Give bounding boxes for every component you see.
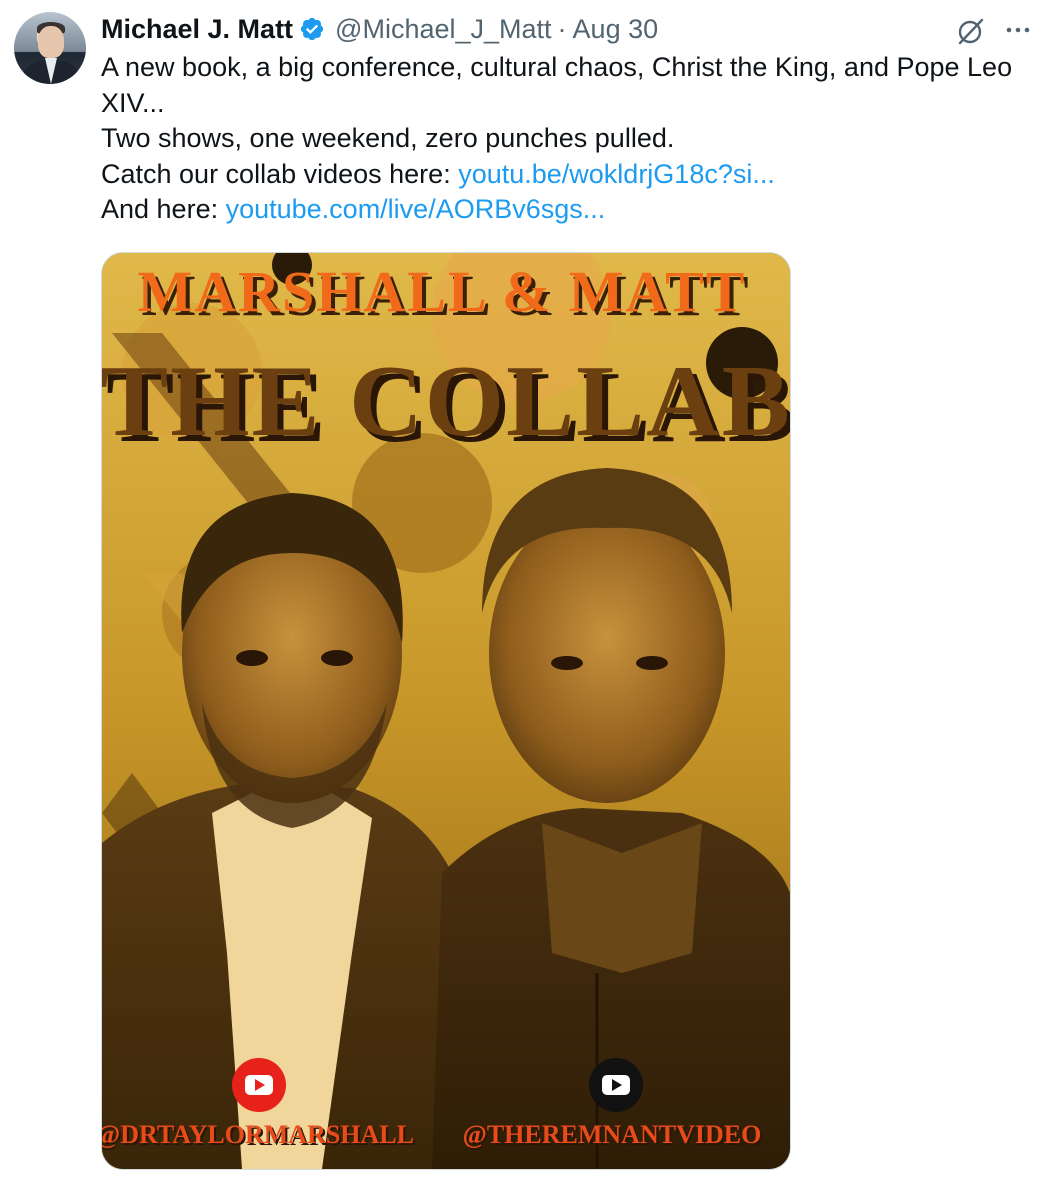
tweet-header: Michael J. Matt @Michael_J_Matt · Aug 30 — [101, 12, 658, 46]
poster-graphic: MARSHALL & MATT MARSHALL & MATT THE COLL… — [102, 253, 790, 1169]
avatar[interactable] — [14, 12, 86, 84]
youtube-icon — [589, 1058, 643, 1112]
tweet-text-line: A new book, a big conference, cultural c… — [101, 52, 1013, 82]
tweet-text-prefix: Catch our collab videos here: — [101, 158, 459, 189]
author-name[interactable]: Michael J. Matt — [101, 14, 293, 45]
tweet-image[interactable]: MARSHALL & MATT MARSHALL & MATT THE COLL… — [101, 252, 791, 1170]
poster-top-title: MARSHALL & MATT — [138, 259, 747, 324]
tweet[interactable]: Michael J. Matt @Michael_J_Matt · Aug 30… — [0, 0, 1062, 1188]
tweet-text-line: Two shows, one weekend, zero punches pul… — [101, 123, 675, 153]
tweet-text: A new book, a big conference, cultural c… — [101, 50, 1046, 228]
right-person-face — [489, 503, 725, 803]
tweet-text-line: Catch our collab videos here: youtu.be/w… — [101, 157, 1046, 193]
youtube-link-2[interactable]: youtube.com/live/AORBv6sgs... — [226, 194, 606, 224]
tweet-text-prefix: And here: — [101, 194, 226, 224]
verified-badge-icon[interactable] — [299, 16, 325, 42]
left-channel-handle: @DRTAYLORMARSHALL — [102, 1120, 414, 1149]
tweet-date[interactable]: Aug 30 — [573, 14, 659, 45]
separator-dot: · — [557, 13, 567, 44]
right-channel-handle: @THEREMNANTVIDEO — [463, 1120, 762, 1149]
tweet-text-line: XIV... — [101, 87, 165, 118]
youtube-icon — [232, 1058, 286, 1112]
author-handle[interactable]: @Michael_J_Matt — [335, 14, 552, 45]
grok-icon[interactable] — [954, 16, 986, 48]
more-icon[interactable] — [1002, 14, 1034, 46]
poster-main-title: THE COLLAB — [102, 345, 790, 458]
youtube-link-1[interactable]: youtu.be/wokldrjG18c?si... — [458, 159, 775, 189]
tweet-text-line: And here: youtube.com/live/AORBv6sgs... — [101, 192, 1046, 228]
